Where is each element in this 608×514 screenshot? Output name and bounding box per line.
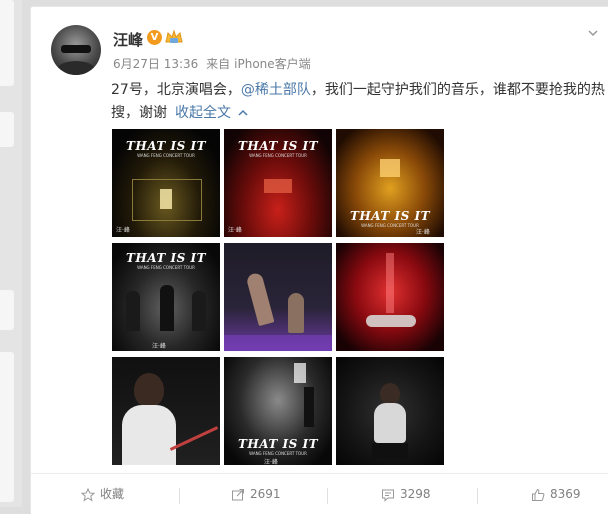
photo-thumbnail[interactable]	[336, 357, 444, 465]
performer-legs	[372, 443, 408, 459]
photo-thumbnail[interactable]	[224, 243, 332, 351]
source-prefix: 来自	[206, 57, 231, 71]
favorite-label: 收藏	[100, 487, 125, 501]
photo-subtitle: WANG FENG CONCERT TOUR	[137, 265, 195, 270]
stage-center	[380, 159, 400, 177]
performer-silhouette	[304, 387, 314, 427]
spotlight-beam	[386, 253, 394, 313]
favorite-button[interactable]: 收藏	[80, 474, 125, 514]
photo-watermark: 汪·峰	[416, 229, 430, 236]
photo-logo: THAT IS IT	[237, 437, 319, 451]
stage-screen	[264, 179, 292, 193]
chevron-up-icon[interactable]	[237, 108, 249, 118]
repost-icon	[232, 488, 244, 500]
photo-subtitle: WANG FENG CONCERT TOUR	[249, 451, 307, 456]
photo-logo: THAT IS IT	[237, 139, 319, 153]
violin-bow	[169, 426, 219, 451]
verified-badge-icon[interactable]: V	[147, 30, 162, 45]
comment-count: 3298	[400, 487, 431, 501]
stage-light	[160, 189, 172, 209]
avatar-shirt	[56, 61, 96, 75]
action-bar: 收藏 2691 3298 8369	[31, 473, 608, 514]
photo-logo: THAT IS IT	[125, 251, 207, 265]
thumbs-up-icon	[532, 488, 545, 501]
repost-count: 2691	[250, 487, 281, 501]
stage-lights	[294, 363, 306, 383]
photo-subtitle: WANG FENG CONCERT TOUR	[249, 153, 307, 158]
photo-watermark: 汪·峰	[264, 459, 278, 465]
sidebar-block	[0, 290, 14, 330]
author-name[interactable]: 汪峰	[113, 29, 143, 50]
collapse-text-link[interactable]: 收起全文	[175, 105, 231, 121]
weibo-post-card: 汪峰 V 6月27日 13:36 来自 iPhone客户端 27号，北京演唱会，@…	[30, 6, 608, 514]
post-date[interactable]: 6月27日 13:36	[113, 57, 198, 71]
post-meta: 6月27日 13:36 来自 iPhone客户端	[113, 55, 315, 72]
sidebar-block	[0, 112, 14, 147]
stage-floor-light	[224, 335, 332, 351]
photo-thumbnail[interactable]: THAT IS IT WANG FENG CONCERT TOUR 汪·峰	[224, 129, 332, 237]
band-member	[126, 291, 140, 331]
comment-icon	[382, 489, 394, 502]
sidebar-block	[0, 352, 14, 502]
performer	[288, 293, 304, 333]
performer-head	[134, 373, 164, 407]
like-button[interactable]: 8369	[531, 474, 581, 514]
divider	[179, 488, 180, 504]
sidebar-block	[0, 0, 14, 86]
left-sidebar-strip	[0, 0, 22, 507]
photo-thumbnail[interactable]: THAT IS IT WANG FENG CONCERT TOUR 汪·峰	[112, 243, 220, 351]
photo-subtitle: WANG FENG CONCERT TOUR	[137, 153, 195, 158]
mention-link[interactable]: @稀土部队	[241, 82, 311, 98]
photo-thumbnail[interactable]: THAT IS IT WANG FENG CONCERT TOUR 汪·峰	[112, 129, 220, 237]
photo-thumbnail[interactable]	[112, 357, 220, 465]
photo-watermark: 汪·峰	[228, 227, 242, 234]
band-member	[192, 291, 206, 331]
performer-shirt	[122, 405, 176, 465]
chevron-down-icon[interactable]	[587, 27, 599, 39]
performer	[245, 271, 275, 327]
repost-button[interactable]: 2691	[231, 474, 281, 514]
avatar-glasses	[61, 45, 91, 53]
photo-logo: THAT IS IT	[125, 139, 207, 153]
comment-button[interactable]: 3298	[381, 474, 431, 514]
performer-shirt	[374, 403, 406, 443]
photo-grid: THAT IS IT WANG FENG CONCERT TOUR 汪·峰 TH…	[112, 129, 444, 465]
post-source: iPhone客户端	[234, 57, 311, 71]
performer-kneeling	[366, 315, 416, 327]
photo-thumbnail[interactable]: THAT IS IT WANG FENG CONCERT TOUR 汪·峰	[336, 129, 444, 237]
avatar[interactable]	[51, 25, 101, 75]
divider	[477, 488, 478, 504]
divider	[327, 488, 328, 504]
post-text-part1: 27号，北京演唱会，	[111, 82, 241, 98]
vip-crown-icon[interactable]	[165, 29, 183, 45]
post-text: 27号，北京演唱会，@稀土部队，我们一起守护我们的音乐，谁都不要抢我的热搜，谢谢…	[111, 79, 608, 125]
photo-thumbnail[interactable]: THAT IS IT WANG FENG CONCERT TOUR 汪·峰	[224, 357, 332, 465]
photo-logo: THAT IS IT	[349, 209, 431, 223]
photo-watermark: 汪·峰	[116, 227, 130, 234]
performer-head	[380, 383, 400, 405]
photo-watermark: 汪·峰	[152, 343, 166, 350]
like-count: 8369	[550, 487, 581, 501]
star-icon	[80, 487, 96, 502]
band-member	[160, 285, 174, 331]
photo-thumbnail[interactable]	[336, 243, 444, 351]
